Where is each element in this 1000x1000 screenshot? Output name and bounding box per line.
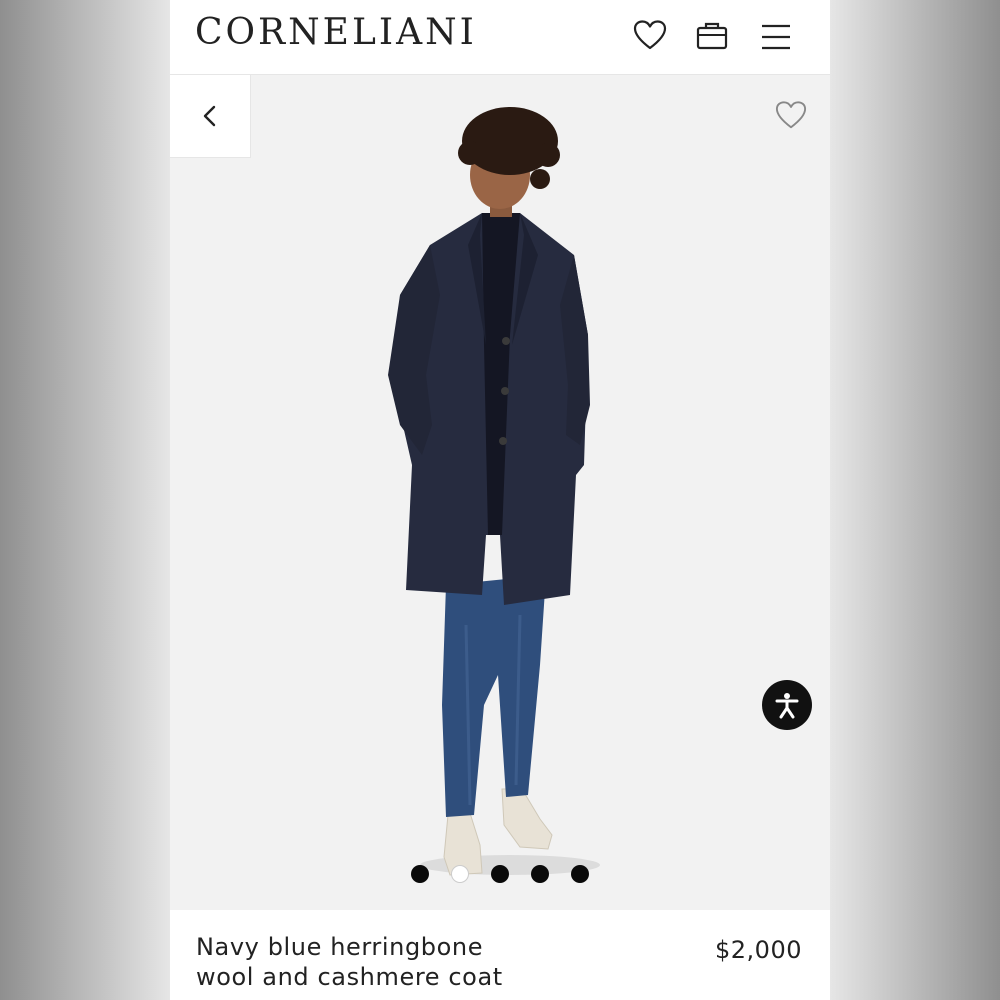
gallery-pagination: [170, 865, 830, 885]
product-price: $2,000: [715, 936, 802, 964]
add-to-wishlist-button[interactable]: [774, 99, 808, 135]
hamburger-menu-icon: [762, 24, 790, 50]
product-name: Navy blue herringbone wool and cashmere …: [196, 932, 636, 992]
gallery-dot-1[interactable]: [411, 865, 429, 883]
product-photo: [388, 107, 600, 876]
accessibility-icon: [775, 693, 799, 719]
shopping-bag-icon: [696, 22, 728, 50]
heart-outline-icon: [775, 101, 807, 129]
accessibility-button[interactable]: [762, 680, 812, 730]
gallery-dot-5[interactable]: [571, 865, 589, 883]
heart-icon: [633, 20, 667, 50]
product-image-gallery[interactable]: [170, 75, 830, 910]
brand-logo[interactable]: CORNELIANI: [195, 12, 477, 53]
backdrop-right: [830, 0, 1000, 1000]
back-button[interactable]: [170, 75, 251, 158]
cart-button[interactable]: [694, 18, 730, 54]
menu-button[interactable]: [758, 18, 794, 54]
wishlist-button[interactable]: [632, 18, 668, 54]
chevron-left-icon: [203, 105, 216, 127]
site-header: CORNELIANI: [170, 0, 830, 75]
product-name-line2: wool and cashmere coat: [196, 963, 503, 991]
product-info: Navy blue herringbone wool and cashmere …: [170, 910, 830, 1000]
gallery-dot-3[interactable]: [491, 865, 509, 883]
gallery-dot-2[interactable]: [451, 865, 469, 883]
mobile-screen: CORNELIANI Navy blue herringbone wool an…: [170, 0, 830, 1000]
backdrop-left: [0, 0, 170, 1000]
gallery-dot-4[interactable]: [531, 865, 549, 883]
product-name-line1: Navy blue herringbone: [196, 933, 484, 961]
